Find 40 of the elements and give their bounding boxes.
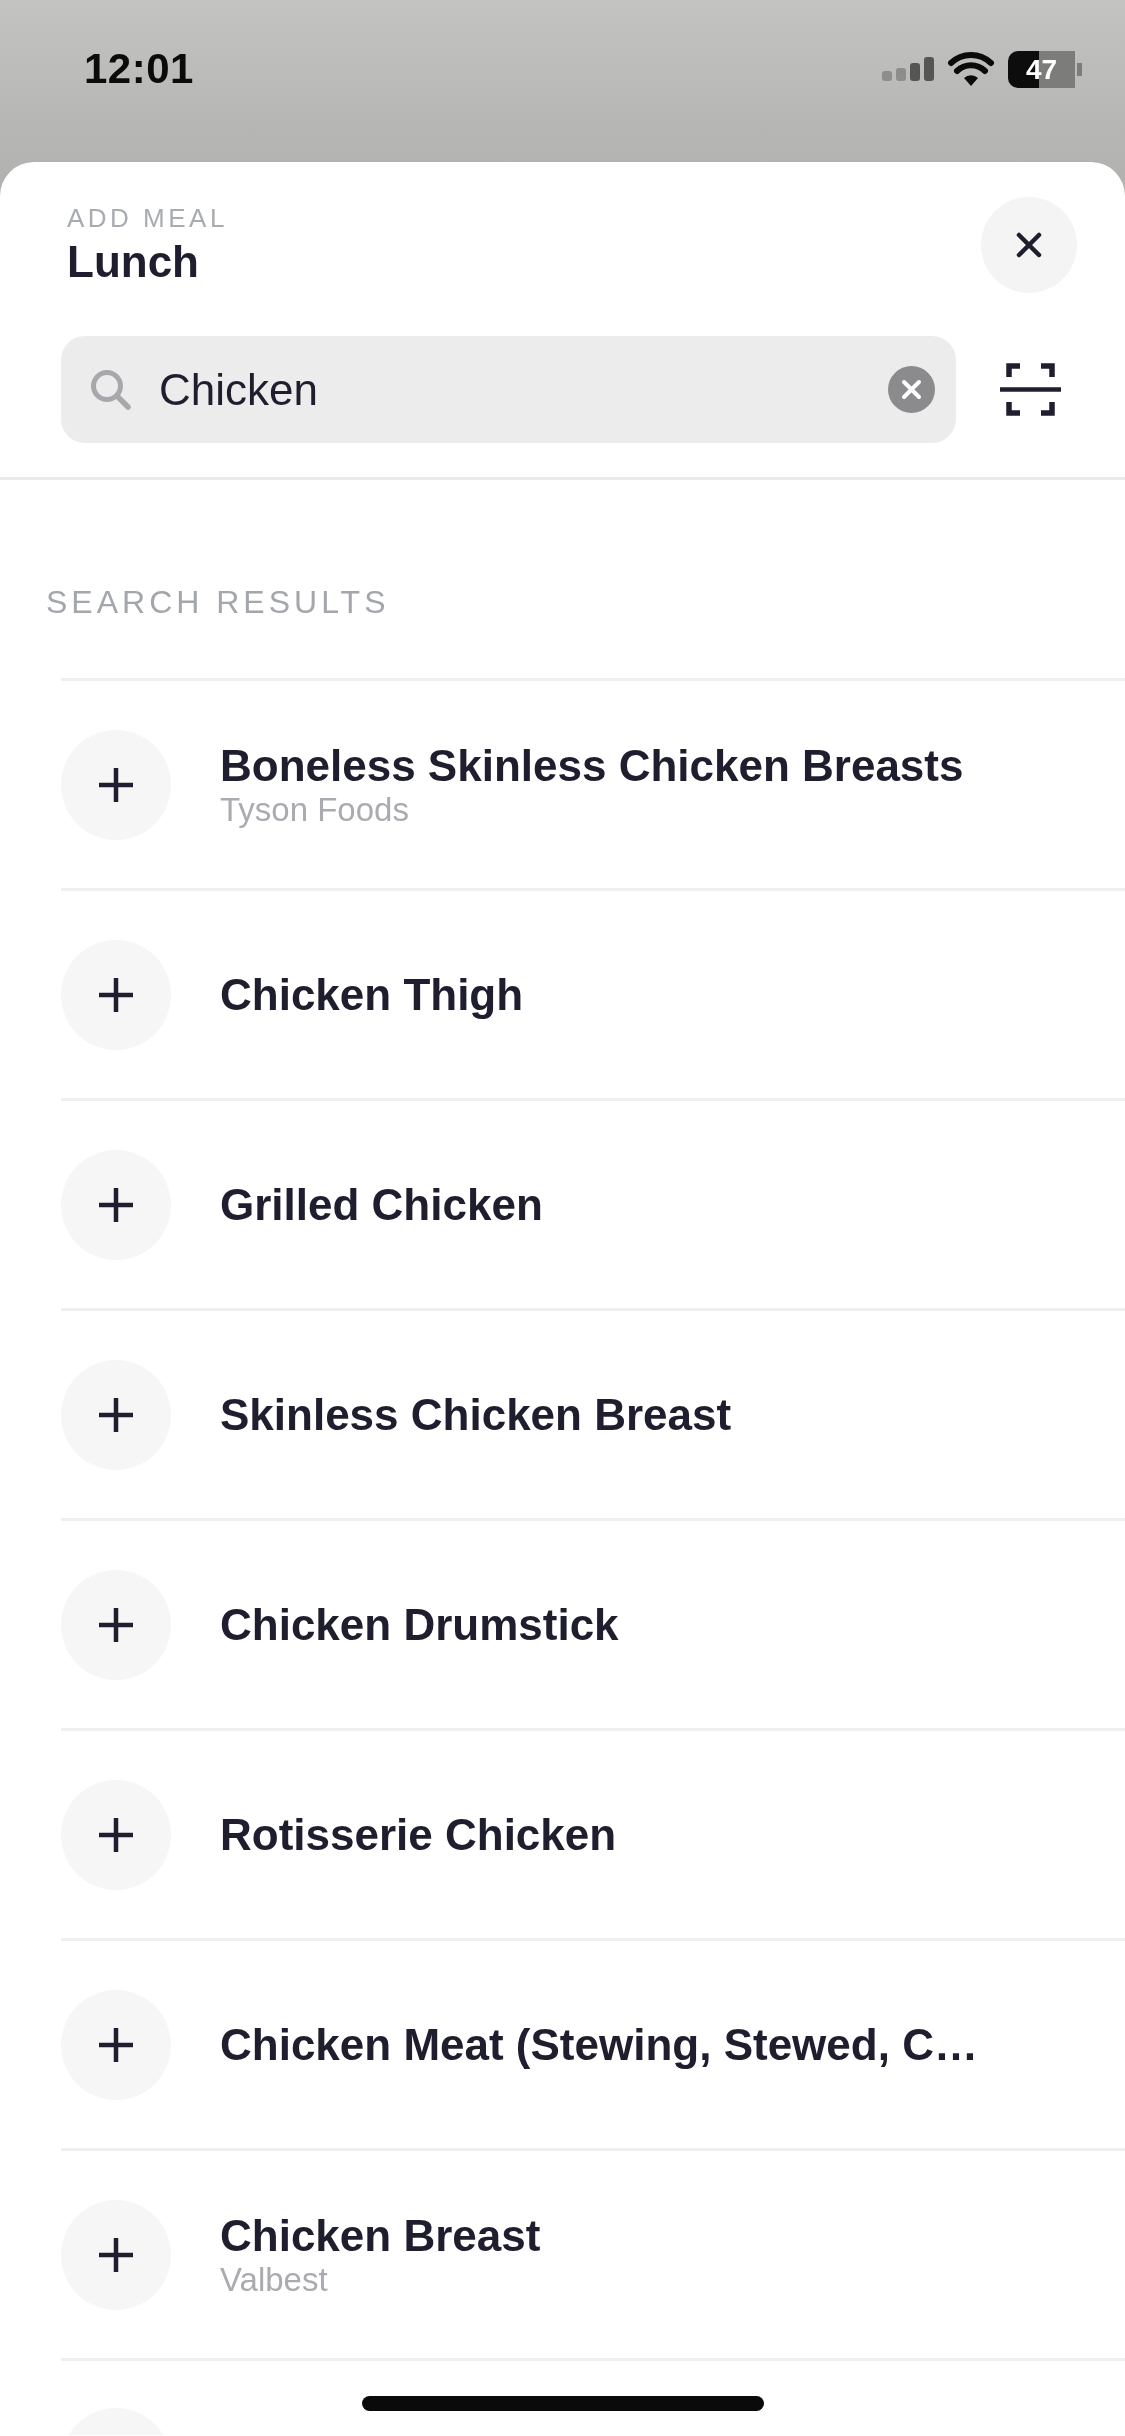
result-row[interactable]: Chicken Thigh [61, 888, 1125, 1098]
plus-icon [98, 1186, 134, 1223]
plus-icon [98, 1606, 134, 1643]
close-icon [1016, 232, 1042, 258]
food-name: Skinless Chicken Breast [220, 1389, 732, 1440]
clear-button[interactable] [888, 366, 935, 413]
food-name: Chicken Meat (Stewing, Stewed, C… [220, 2019, 978, 2070]
food-name: Boneless Skinless Chicken Breasts [220, 740, 964, 791]
food-brand: Tyson Foods [220, 790, 410, 829]
clear-icon [888, 366, 935, 413]
food-name: Rotisserie Chicken [220, 1809, 617, 1860]
result-row[interactable]: Chicken Drumstick [61, 1518, 1125, 1728]
wifi-icon [948, 52, 994, 86]
search-field[interactable]: Chicken [61, 336, 956, 443]
plus-icon [98, 2236, 134, 2273]
food-brand: Valbest [220, 2260, 329, 2299]
plus-icon [98, 1396, 134, 1433]
sheet-eyebrow: ADD MEAL [67, 202, 228, 235]
plus-icon [98, 1816, 134, 1853]
result-row[interactable]: Chicken Breast Valbest [61, 2148, 1125, 2358]
signal-icon [882, 57, 934, 81]
plus-icon [98, 2026, 134, 2063]
food-name: Chicken Drumstick [220, 1599, 619, 1650]
result-row[interactable]: Chicken Meat (Stewing, Stewed, C… [61, 1938, 1125, 2148]
result-row[interactable]: Skinless Chicken Breast [61, 1308, 1125, 1518]
search-query: Chicken [159, 363, 318, 416]
scan-icon [1000, 363, 1061, 416]
plus-icon [98, 766, 134, 803]
status-time: 12:01 [84, 44, 194, 94]
section-title: SEARCH RESULTS [46, 583, 390, 622]
scan-button[interactable] [1000, 363, 1061, 416]
result-row[interactable]: Boneless Skinless Chicken Breasts Tyson Foods [61, 678, 1125, 888]
food-name: Chicken Breast [220, 2210, 541, 2261]
food-name: Grilled Chicken [220, 1179, 543, 1230]
sheet-title: Lunch [67, 236, 200, 288]
food-name: Chicken Thigh [220, 969, 524, 1020]
plus-icon [98, 976, 134, 1013]
search-icon [90, 369, 131, 410]
result-row[interactable]: Grilled Chicken [61, 1098, 1125, 1308]
result-row[interactable]: Rotisserie Chicken [61, 1728, 1125, 1938]
